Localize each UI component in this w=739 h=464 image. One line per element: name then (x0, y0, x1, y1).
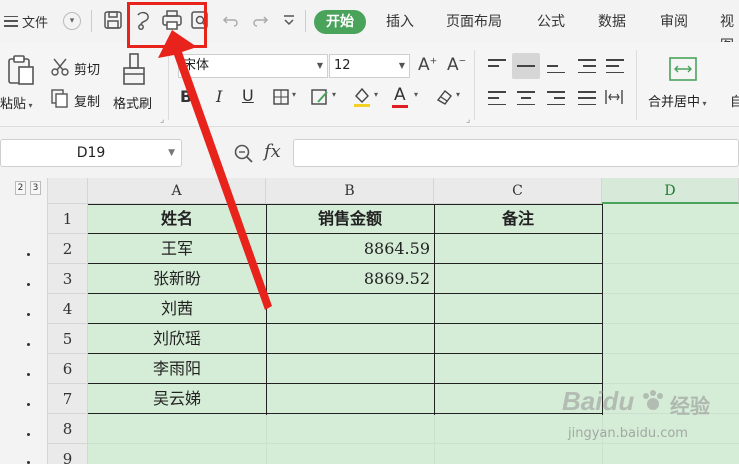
paw-logo-icon (643, 390, 663, 410)
watermark-brand-cn: 经验 (670, 394, 710, 418)
watermark-url: jingyan.baidu.com (568, 426, 688, 441)
watermark-brand: Baidu (562, 386, 635, 416)
watermark: Baidu 经验 jingyan.baidu.com (558, 382, 738, 452)
